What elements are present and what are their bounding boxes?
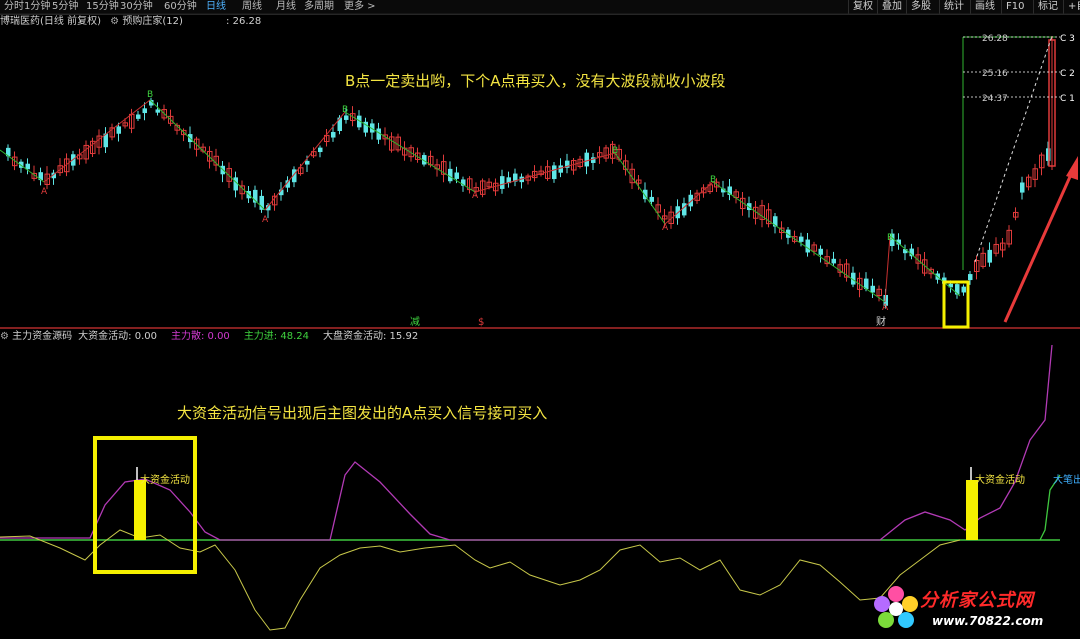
candle-body-down bbox=[584, 152, 589, 167]
candle-body-down bbox=[116, 126, 121, 134]
candle-body-down bbox=[136, 114, 141, 119]
event-marker-1: $ bbox=[478, 317, 484, 328]
candle-body-down bbox=[552, 165, 557, 180]
yellow-fund-line bbox=[0, 529, 961, 631]
target-level-tag: C 3 bbox=[1060, 34, 1075, 44]
indicator-stat-2: 主力进: 48.24 bbox=[243, 331, 309, 342]
watermark-logo: 分析家公式网 www.70822.com bbox=[870, 582, 1080, 639]
candle-body-down bbox=[155, 109, 160, 113]
event-marker-2: 财 bbox=[876, 315, 886, 328]
wave-line bbox=[884, 235, 891, 303]
wave-line bbox=[264, 111, 346, 211]
target-level-value: 26.28 bbox=[982, 34, 1008, 44]
candle-body-down bbox=[870, 285, 875, 293]
indicator-gear-icon[interactable]: ⚙ bbox=[0, 331, 12, 342]
fund-signal-label: 大笔出 bbox=[1053, 473, 1080, 486]
indicator-stat-0: 大资金活动: 0.00 bbox=[78, 331, 157, 342]
wave-line bbox=[614, 152, 666, 225]
signal-letter-A: A bbox=[472, 191, 479, 201]
candle-body-down bbox=[805, 239, 810, 253]
chart-canvas: A B A B A B A B A B 26.28 C 3 25.16 C 2 24.37 C 1 减 $ 财大资金… bbox=[0, 13, 1080, 631]
candle-body-down bbox=[799, 236, 804, 242]
signal-letter-B: B bbox=[612, 146, 618, 156]
wave-line bbox=[474, 152, 616, 193]
indicator-title[interactable]: 主力资金源码 bbox=[12, 331, 72, 342]
candle-body-down bbox=[558, 165, 563, 173]
candle-body-down bbox=[331, 132, 336, 138]
candle-body-down bbox=[987, 249, 992, 263]
signal-letter-A: A bbox=[662, 223, 669, 233]
event-marker-0: 减 bbox=[410, 316, 420, 328]
fund-signal-bar bbox=[966, 480, 978, 540]
candle-body-down bbox=[968, 274, 973, 281]
candle-body-down bbox=[1020, 182, 1025, 193]
signal-letter-B: B bbox=[710, 175, 716, 185]
fund-signal-label: 大资金活动 bbox=[140, 473, 190, 486]
indicator-annotation: 大资金活动信号出现后主图发出的A点买入信号接可买入 bbox=[177, 404, 548, 422]
candle-body-down bbox=[961, 286, 966, 293]
wave-line bbox=[0, 149, 45, 183]
target-level-value: 25.16 bbox=[982, 69, 1008, 79]
indicator-stat-3: 大盘资金活动: 15.92 bbox=[323, 331, 419, 342]
target-level-tag: C 2 bbox=[1060, 69, 1075, 79]
indicator-stat-1: 主力散: 0.00 bbox=[170, 331, 230, 342]
indicator-info-line: ⚙ 主力资金源码 大资金活动: 0.00 主力散: 0.00 主力进: 48.24 大盘… bbox=[0, 330, 600, 343]
trend-arrow-shaft bbox=[1003, 169, 1075, 323]
watermark-url: www.70822.com bbox=[932, 614, 1044, 628]
wave-line bbox=[712, 181, 886, 303]
candle-body-down bbox=[318, 147, 323, 153]
fund-signal-label: 大资金活动 bbox=[975, 473, 1025, 486]
candle-body-down bbox=[344, 115, 349, 120]
wave-line bbox=[664, 181, 714, 225]
candle-body-down bbox=[454, 172, 459, 179]
target-level-tag: C 1 bbox=[1060, 94, 1075, 104]
signal-letter-B: B bbox=[147, 90, 153, 100]
signal-letter-A: A bbox=[882, 303, 889, 313]
signal-letter-B: B bbox=[887, 233, 893, 243]
watermark-site-name: 分析家公式网 bbox=[920, 590, 1034, 611]
candle-body-down bbox=[142, 108, 147, 114]
fund-signal-bar bbox=[134, 480, 146, 540]
signal-letter-A: A bbox=[41, 187, 48, 197]
candle-body-down bbox=[448, 168, 453, 182]
candle-body-down bbox=[305, 160, 310, 165]
wave-line bbox=[43, 99, 151, 183]
flower-logo-icon bbox=[874, 586, 918, 628]
main-annotation: B点一定卖出哟，下个A点再买入，没有大波段就收小波段 bbox=[345, 72, 726, 90]
signal-letter-B: B bbox=[342, 105, 348, 115]
candle-body-down bbox=[831, 258, 836, 264]
wave-line bbox=[149, 99, 266, 211]
trend-arrow-head bbox=[1066, 156, 1078, 180]
target-level-value: 24.37 bbox=[982, 94, 1008, 104]
wave-line bbox=[344, 111, 476, 193]
candle-body-down bbox=[500, 176, 505, 189]
candle-body-down bbox=[682, 203, 687, 216]
purple-fund-line bbox=[0, 344, 1053, 541]
candle-body-down bbox=[649, 196, 654, 202]
signal-letter-A: A bbox=[262, 215, 269, 225]
wave-line bbox=[889, 235, 961, 297]
candle-body-down bbox=[818, 248, 823, 255]
